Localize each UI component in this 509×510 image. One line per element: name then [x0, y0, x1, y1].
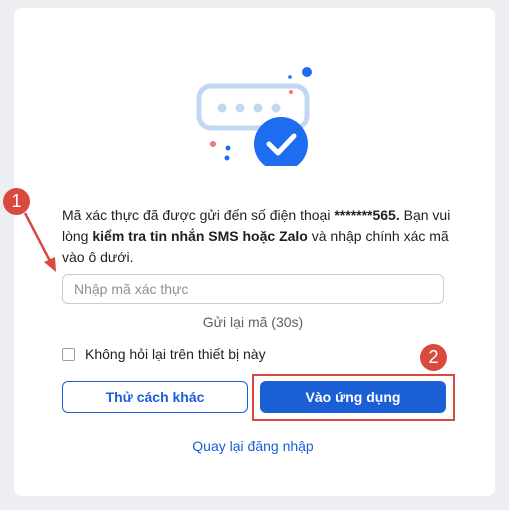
annotation-marker-1: 1 — [3, 188, 30, 215]
annotation-marker-2: 2 — [420, 344, 447, 371]
annotation-arrow — [23, 212, 56, 272]
